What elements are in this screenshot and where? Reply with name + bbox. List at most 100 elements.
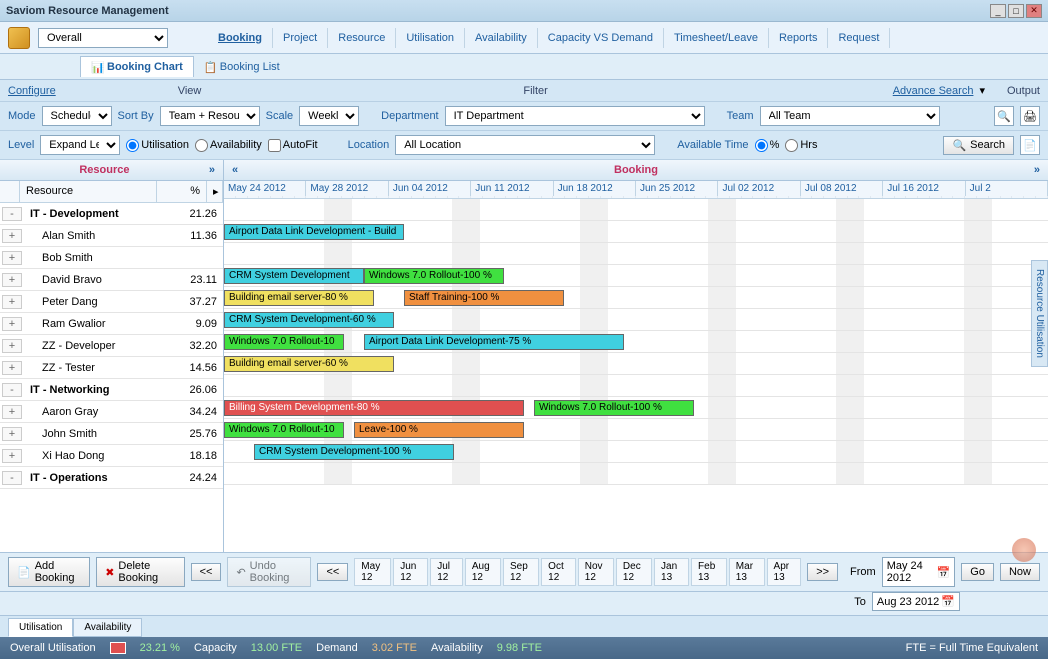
gantt-bar[interactable]: Leave-100 % xyxy=(354,422,524,438)
maximize-button[interactable]: □ xyxy=(1008,4,1024,18)
undo-booking-button[interactable]: ↶Undo Booking xyxy=(227,557,311,587)
gantt-row[interactable] xyxy=(224,199,1048,221)
nav-request[interactable]: Request xyxy=(828,28,890,48)
export-btn-2[interactable]: 🖨 xyxy=(1020,106,1040,126)
gantt-bar[interactable]: Billing System Development-80 % xyxy=(224,400,524,416)
gantt-row[interactable]: Building email server-60 % xyxy=(224,353,1048,375)
month-pill[interactable]: Mar 13 xyxy=(729,558,765,586)
expand-toggle[interactable]: + xyxy=(2,405,22,419)
booking-collapse-left[interactable]: « xyxy=(228,164,242,176)
to-date-input[interactable]: Aug 23 2012📅 xyxy=(872,592,960,611)
gantt-row[interactable] xyxy=(224,243,1048,265)
expand-toggle[interactable]: + xyxy=(2,295,22,309)
gantt-row[interactable] xyxy=(224,463,1048,485)
gantt-row[interactable]: CRM System DevelopmentWindows 7.0 Rollou… xyxy=(224,265,1048,287)
scale-select[interactable]: Weekly xyxy=(299,106,359,126)
expand-toggle[interactable]: + xyxy=(2,251,22,265)
gantt-row[interactable]: CRM System Development-60 % xyxy=(224,309,1048,331)
gantt-bar[interactable]: Windows 7.0 Rollout-10 xyxy=(224,422,344,438)
expand-toggle[interactable]: + xyxy=(2,427,22,441)
expand-toggle[interactable]: + xyxy=(2,229,22,243)
nav-project[interactable]: Project xyxy=(273,28,328,48)
resource-row[interactable]: -IT - Development21.26 xyxy=(0,203,223,225)
gantt-bar[interactable]: Windows 7.0 Rollout-10 xyxy=(224,334,344,350)
month-pill[interactable]: Oct 12 xyxy=(541,558,576,586)
gantt-bar[interactable]: CRM System Development xyxy=(224,268,364,284)
nav-reports[interactable]: Reports xyxy=(769,28,829,48)
scope-select[interactable]: Overall xyxy=(38,28,168,48)
month-pill[interactable]: Jan 13 xyxy=(654,558,689,586)
month-pill[interactable]: Jun 12 xyxy=(393,558,428,586)
gantt-bar[interactable]: Airport Data Link Development-75 % xyxy=(364,334,624,350)
export-btn-1[interactable]: 🔍 xyxy=(994,106,1014,126)
availability-radio[interactable] xyxy=(195,139,208,152)
month-pill[interactable]: Aug 12 xyxy=(465,558,501,586)
nav-resource[interactable]: Resource xyxy=(328,28,396,48)
month-pill[interactable]: Dec 12 xyxy=(616,558,652,586)
resource-list[interactable]: -IT - Development21.26+Alan Smith11.36+B… xyxy=(0,203,223,552)
gantt-bar[interactable]: Windows 7.0 Rollout-100 % xyxy=(534,400,694,416)
delete-booking-button[interactable]: ✖Delete Booking xyxy=(96,557,184,587)
location-select[interactable]: All Location xyxy=(395,135,655,155)
gantt-bar[interactable]: Airport Data Link Development - Build xyxy=(224,224,404,240)
resource-row[interactable]: +John Smith25.76 xyxy=(0,423,223,445)
expand-toggle[interactable]: + xyxy=(2,449,22,463)
month-pill[interactable]: Jul 12 xyxy=(430,558,463,586)
month-pill[interactable]: Nov 12 xyxy=(578,558,614,586)
export-btn-3[interactable]: 📄 xyxy=(1020,135,1040,155)
gantt-bar[interactable]: CRM System Development-100 % xyxy=(254,444,454,460)
prev-button[interactable]: << xyxy=(191,563,222,581)
expand-toggle[interactable]: + xyxy=(2,361,22,375)
resource-utilisation-vtab[interactable]: Resource Utilisation xyxy=(1031,260,1048,367)
team-select[interactable]: All Team xyxy=(760,106,940,126)
availtime-pct-radio[interactable] xyxy=(755,139,768,152)
resource-row[interactable]: -IT - Operations24.24 xyxy=(0,467,223,489)
expand-toggle[interactable]: + xyxy=(2,317,22,331)
booking-collapse-right[interactable]: » xyxy=(1030,164,1044,176)
expand-toggle[interactable]: + xyxy=(2,273,22,287)
add-booking-button[interactable]: 📄Add Booking xyxy=(8,557,90,587)
advance-search-link[interactable]: Advance Search xyxy=(893,85,974,97)
sortby-select[interactable]: Team + Resource xyxy=(160,106,260,126)
department-select[interactable]: IT Department xyxy=(445,106,705,126)
expand-toggle[interactable]: + xyxy=(2,339,22,353)
nav-capacity-vs-demand[interactable]: Capacity VS Demand xyxy=(538,28,664,48)
nav-utilisation[interactable]: Utilisation xyxy=(396,28,465,48)
gantt-bar[interactable]: Building email server-80 % xyxy=(224,290,374,306)
gantt-row[interactable] xyxy=(224,375,1048,397)
availtime-hrs-radio[interactable] xyxy=(785,139,798,152)
resource-row[interactable]: +ZZ - Tester14.56 xyxy=(0,357,223,379)
resource-row[interactable]: +Alan Smith11.36 xyxy=(0,225,223,247)
level-select[interactable]: Expand Level xyxy=(40,135,120,155)
nav-timesheet-leave[interactable]: Timesheet/Leave xyxy=(664,28,769,48)
next-month-button[interactable]: >> xyxy=(807,563,838,581)
close-button[interactable]: ✕ xyxy=(1026,4,1042,18)
gantt-bar[interactable]: Building email server-60 % xyxy=(224,356,394,372)
resource-row[interactable]: +Ram Gwalior9.09 xyxy=(0,313,223,335)
search-button[interactable]: 🔍Search xyxy=(943,136,1014,155)
prev-month-button[interactable]: << xyxy=(317,563,348,581)
footer-tab-utilisation[interactable]: Utilisation xyxy=(8,618,73,637)
gantt-bar[interactable]: Staff Training-100 % xyxy=(404,290,564,306)
col-pct[interactable]: % xyxy=(157,181,207,202)
gantt-row[interactable]: Airport Data Link Development - Build xyxy=(224,221,1048,243)
gantt-bar[interactable]: Windows 7.0 Rollout-100 % xyxy=(364,268,504,284)
gantt-row[interactable]: Billing System Development-80 % Windows 7… xyxy=(224,397,1048,419)
col-resource[interactable]: Resource xyxy=(20,181,157,202)
month-pill[interactable]: May 12 xyxy=(354,558,391,586)
nav-booking[interactable]: Booking xyxy=(208,28,273,48)
mode-select[interactable]: Schedule xyxy=(42,106,112,126)
expand-toggle[interactable]: - xyxy=(2,383,22,397)
autofit-checkbox[interactable] xyxy=(268,139,281,152)
from-date-input[interactable]: May 24 2012📅 xyxy=(882,557,956,587)
subtab-booking-list[interactable]: 📋 Booking List xyxy=(194,57,290,77)
resource-row[interactable]: +David Bravo23.11 xyxy=(0,269,223,291)
gantt-row[interactable]: Windows 7.0 Rollout-10 Airport Data Link … xyxy=(224,331,1048,353)
gantt-row[interactable]: Building email server-80 % Staff Training… xyxy=(224,287,1048,309)
resource-collapse-button[interactable]: » xyxy=(205,164,219,176)
month-pill[interactable]: Sep 12 xyxy=(503,558,539,586)
gantt-row[interactable]: CRM System Development-100 % xyxy=(224,441,1048,463)
resource-row[interactable]: +Aaron Gray34.24 xyxy=(0,401,223,423)
resource-row[interactable]: -IT - Networking26.06 xyxy=(0,379,223,401)
chevron-right-icon[interactable]: ▸ xyxy=(207,181,223,202)
